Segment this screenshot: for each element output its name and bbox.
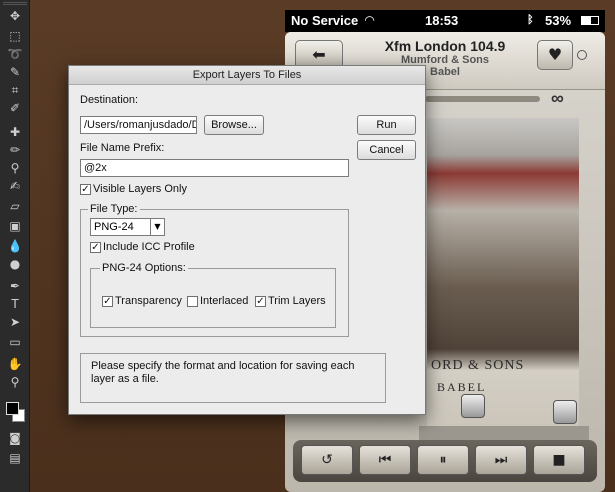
panel-grip[interactable] bbox=[3, 2, 27, 5]
dialog-title: Export Layers To Files bbox=[69, 66, 425, 85]
loop-icon[interactable]: ∞ bbox=[551, 88, 564, 109]
zoom-icon[interactable]: ⚲ bbox=[5, 374, 25, 390]
type-icon[interactable]: T bbox=[5, 296, 25, 312]
repeat-icon: ↺ bbox=[321, 452, 333, 468]
crop-icon[interactable]: ⌗ bbox=[5, 82, 25, 98]
next-button[interactable]: ⏭ bbox=[475, 445, 527, 475]
battery-icon bbox=[581, 16, 599, 25]
pause-icon: ⏸ bbox=[439, 452, 447, 468]
album-cover: ORD & SONS BABEL bbox=[427, 118, 579, 426]
repeat-button[interactable]: ↺ bbox=[301, 445, 353, 475]
move-icon[interactable]: ✥ bbox=[5, 8, 25, 24]
screen-mode-icon[interactable]: ▤ bbox=[5, 450, 25, 466]
history-brush-icon[interactable]: ✍ bbox=[5, 178, 25, 194]
icc-profile-checkbox[interactable]: ✓ bbox=[90, 242, 101, 253]
progress-bar[interactable] bbox=[425, 96, 540, 102]
screen: ✥ ⬚ ➰ ✎ ⌗ ✐ ✚ ✏ ⚲ ✍ ▱ ▣ 💧 ● ✒ T ➤ ▭ ✋ ⚲ … bbox=[0, 0, 615, 492]
lasso-icon[interactable]: ➰ bbox=[5, 46, 25, 62]
file-type-group-title: File Type: bbox=[88, 203, 140, 215]
chevron-down-icon: ▼ bbox=[150, 219, 164, 235]
bluetooth-icon: ᛒ bbox=[527, 13, 534, 26]
transparency-label: Transparency bbox=[115, 295, 182, 307]
heart-icon: ♥ bbox=[547, 45, 563, 64]
cancel-button[interactable]: Cancel bbox=[357, 140, 416, 160]
tools-panel: ✥ ⬚ ➰ ✎ ⌗ ✐ ✚ ✏ ⚲ ✍ ▱ ▣ 💧 ● ✒ T ➤ ▭ ✋ ⚲ … bbox=[0, 0, 30, 492]
shape-icon[interactable]: ▭ bbox=[5, 334, 25, 350]
trim-layers-checkbox[interactable]: ✓ bbox=[255, 296, 266, 307]
file-type-select[interactable]: PNG-24 ▼ bbox=[90, 218, 165, 236]
run-button[interactable]: Run bbox=[357, 115, 416, 135]
gradient-icon[interactable]: ▣ bbox=[5, 218, 25, 234]
clock-text: 18:53 bbox=[425, 13, 459, 28]
interlaced-checkbox[interactable] bbox=[187, 296, 198, 307]
indicator-light-icon bbox=[577, 50, 587, 60]
hand-icon[interactable]: ✋ bbox=[5, 356, 25, 372]
cover-band-text: ORD & SONS bbox=[431, 358, 525, 373]
marquee-icon[interactable]: ⬚ bbox=[5, 28, 25, 44]
battery-text: 53% bbox=[545, 13, 572, 28]
file-type-value: PNG-24 bbox=[94, 221, 134, 233]
visible-layers-label: Visible Layers Only bbox=[93, 183, 187, 195]
previous-button[interactable]: ⏮ bbox=[359, 445, 411, 475]
brush-icon[interactable]: ✏ bbox=[5, 142, 25, 158]
png-options-group-title: PNG-24 Options: bbox=[100, 262, 188, 274]
destination-field[interactable]: /Users/romanjusdado/D bbox=[80, 116, 197, 134]
tuning-knob[interactable] bbox=[553, 400, 577, 424]
path-select-icon[interactable]: ➤ bbox=[5, 314, 25, 330]
prefix-label: File Name Prefix: bbox=[80, 142, 165, 154]
visible-layers-checkbox[interactable]: ✓ bbox=[80, 184, 91, 195]
transparency-checkbox[interactable]: ✓ bbox=[102, 296, 113, 307]
back-arrow-icon: ⬅ bbox=[312, 45, 326, 64]
ios-status-bar: No Service ◠ 18:53 ᛒ 53% bbox=[285, 10, 605, 32]
export-layers-dialog: Export Layers To Files Destination: /Use… bbox=[68, 65, 426, 415]
prefix-field[interactable]: @2x bbox=[80, 159, 349, 177]
transport-controls: ↺ ⏮ ⏸ ⏭ ■ bbox=[293, 440, 597, 482]
carrier-text: No Service bbox=[291, 13, 359, 28]
previous-icon: ⏮ bbox=[378, 452, 392, 468]
cover-album-text: BABEL bbox=[437, 380, 487, 394]
eyedropper-icon[interactable]: ✐ bbox=[5, 100, 25, 116]
quick-select-icon[interactable]: ✎ bbox=[5, 64, 25, 80]
clone-stamp-icon[interactable]: ⚲ bbox=[5, 160, 25, 176]
icc-profile-label: Include ICC Profile bbox=[103, 241, 195, 253]
trim-layers-label: Trim Layers bbox=[268, 295, 326, 307]
favorite-button[interactable]: ♥ bbox=[537, 40, 573, 70]
destination-label: Destination: bbox=[80, 94, 139, 106]
eraser-icon[interactable]: ▱ bbox=[5, 198, 25, 214]
blur-icon[interactable]: 💧 bbox=[5, 238, 25, 254]
foreground-color-swatch[interactable] bbox=[6, 402, 19, 415]
stop-icon: ■ bbox=[552, 452, 566, 468]
station-name: Xfm London 104.9 bbox=[384, 38, 506, 54]
stop-button[interactable]: ■ bbox=[533, 445, 585, 475]
help-text: Please specify the format and location f… bbox=[80, 353, 386, 403]
healing-brush-icon[interactable]: ✚ bbox=[5, 124, 25, 140]
dodge-icon[interactable]: ● bbox=[5, 256, 25, 272]
cover-shelf bbox=[419, 426, 589, 440]
wifi-icon: ◠ bbox=[365, 13, 375, 27]
pen-icon[interactable]: ✒ bbox=[5, 278, 25, 294]
quick-mask-icon[interactable]: ◙ bbox=[5, 430, 25, 446]
next-icon: ⏭ bbox=[494, 452, 508, 468]
volume-knob[interactable] bbox=[461, 394, 485, 418]
pause-button[interactable]: ⏸ bbox=[417, 445, 469, 475]
interlaced-label: Interlaced bbox=[200, 295, 249, 307]
browse-button[interactable]: Browse... bbox=[204, 115, 264, 135]
